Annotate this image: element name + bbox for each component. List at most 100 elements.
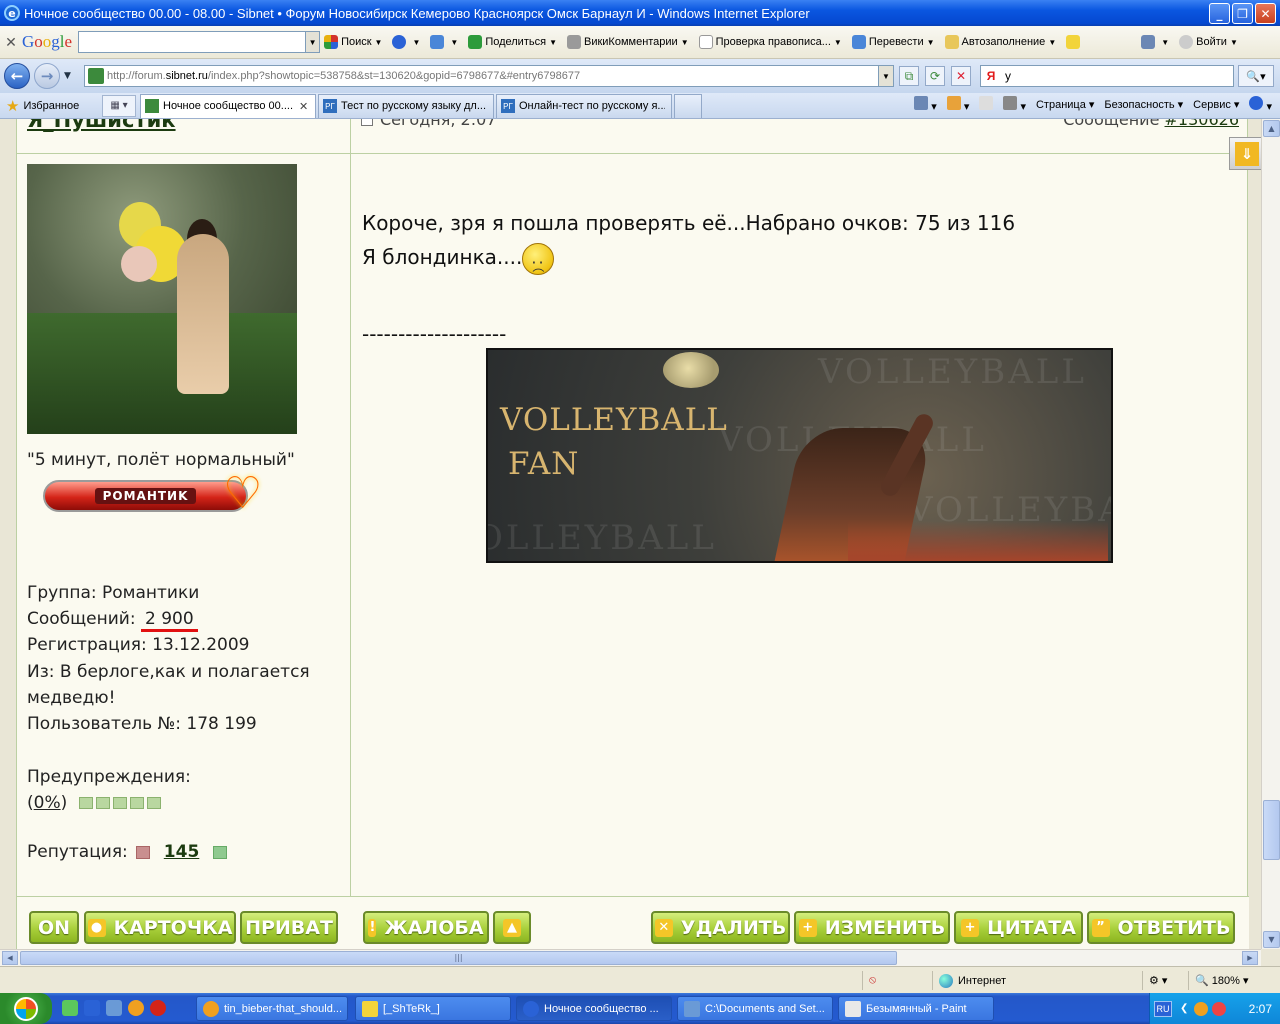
site-favicon-icon (88, 68, 104, 84)
wrench-icon (1141, 35, 1156, 49)
stop-button[interactable]: ✕ (951, 66, 971, 86)
launcher-icon[interactable] (62, 1000, 78, 1016)
rg-favicon-icon: PГ (501, 99, 515, 113)
taskbar-app-browser[interactable]: tin_bieber-that_should... (196, 996, 348, 1021)
tray-app-icon[interactable] (1194, 1001, 1209, 1016)
mail-button[interactable] (979, 96, 994, 113)
close-tab-icon[interactable]: ✕ (299, 100, 308, 113)
print-button[interactable]: ▾ (1003, 96, 1026, 113)
minimize-button[interactable]: _ (1209, 3, 1230, 24)
refresh-button[interactable]: ⟳ (925, 66, 945, 86)
google-logo: Google (22, 32, 73, 51)
favorites-button[interactable]: ★ Избранное (6, 97, 102, 115)
desktop-icon[interactable] (106, 1000, 122, 1016)
clock[interactable]: 2:07 (1249, 1002, 1272, 1016)
tab-online-test[interactable]: PГ Онлайн-тест по русскому я... (496, 93, 672, 118)
address-input[interactable]: http://forum. sibnet.ru/index.php?showtop… (84, 65, 894, 87)
spellcheck-button[interactable]: Проверка правописа... ▼ (698, 35, 842, 49)
history-dropdown-icon[interactable]: ▼ (64, 71, 71, 81)
reply-button[interactable]: ” ОТВЕТИТЬ (1087, 911, 1235, 944)
new-tab-button[interactable] (674, 93, 702, 118)
forward-button[interactable]: → (34, 63, 60, 89)
sign-in-button[interactable]: Войти ▼ (1179, 35, 1238, 49)
horizontal-scroll-thumb[interactable]: ||| (20, 951, 897, 965)
window-title-bar: e Ночное сообщество 00.00 - 08.00 - Sibn… (0, 0, 1280, 26)
google-search-button[interactable]: Поиск ▼ (324, 35, 382, 49)
tab-test[interactable]: PГ Тест по русскому языку дл... (318, 93, 494, 118)
vertical-scrollbar[interactable]: ▲ ▼ (1261, 119, 1280, 949)
horizontal-scrollbar[interactable]: ◀ ||| ▶ (0, 949, 1261, 966)
back-button[interactable]: ← (4, 63, 30, 89)
report-button[interactable]: ! ЖАЛОБА (363, 911, 489, 944)
reputation-value[interactable]: 145 (164, 842, 200, 862)
online-status-button[interactable]: ON (29, 911, 79, 944)
arrow-up-icon: ▲ (503, 918, 521, 937)
highlight-button[interactable] (1066, 35, 1083, 49)
reputation-plus-button[interactable] (213, 845, 228, 859)
scroll-top-button[interactable]: ▲ (493, 911, 531, 944)
scroll-up-arrow[interactable]: ▲ (1263, 120, 1280, 137)
start-button[interactable] (0, 993, 52, 1024)
tray-app-icon[interactable] (1212, 1001, 1227, 1016)
settings-button[interactable]: ▼ (1141, 35, 1169, 49)
quote-button[interactable]: + ЦИТАТА (954, 911, 1083, 944)
private-message-button[interactable]: ПРИВАТ (240, 911, 338, 944)
security-menu[interactable]: Безопасность ▾ (1104, 98, 1183, 111)
feeds-button[interactable]: ▾ (946, 96, 969, 113)
tray-expand-icon[interactable]: ❮ (1180, 1003, 1188, 1014)
maximize-button[interactable]: ❐ (1232, 3, 1253, 24)
aim-icon[interactable] (128, 1000, 144, 1016)
post-permalink[interactable]: #130626 (1165, 119, 1239, 129)
vertical-scroll-thumb[interactable] (1263, 800, 1280, 860)
user-location: Из: В берлоге,как и полагается медведю! (27, 661, 310, 708)
quick-launch (62, 1000, 166, 1016)
chevron-down-icon[interactable]: ▼ (305, 32, 320, 52)
close-window-button[interactable]: ✕ (1255, 3, 1276, 24)
yandex-search-input[interactable]: Я у (980, 65, 1234, 87)
translate-button[interactable]: Перевести ▼ (851, 35, 935, 49)
globe-icon (939, 973, 953, 988)
taskbar-app-paint[interactable]: Безымянный - Paint (838, 996, 994, 1021)
tab-bar: ★ Избранное ▦ ▾ Ночное сообщество 00.... … (0, 93, 1280, 119)
window-icon (684, 1000, 700, 1017)
app-icon (203, 1000, 219, 1017)
search-button[interactable]: 🔍 ▾ (1238, 65, 1274, 87)
language-indicator[interactable]: RU (1154, 1000, 1172, 1017)
address-dropdown-icon[interactable]: ▼ (878, 66, 893, 86)
google-toolbar: ✕ Google ▼ Поиск ▼ ▼ ▼ Поделиться ▼ ВикиКо… (0, 26, 1280, 59)
printer-icon (1003, 96, 1018, 110)
close-toolbar-icon[interactable]: ✕ (0, 34, 22, 51)
add-button[interactable]: ▼ (430, 35, 458, 49)
scroll-down-arrow[interactable]: ▼ (1263, 931, 1280, 948)
wiki-comments-button[interactable]: ВикиКомментарии ▼ (566, 35, 689, 49)
taskbar-app-ie[interactable]: Ночное сообщество ... (516, 996, 672, 1021)
ie-icon[interactable] (84, 1000, 100, 1016)
compatibility-icon[interactable]: ⧉ (899, 66, 919, 86)
share-button[interactable]: Поделиться ▼ (468, 35, 557, 49)
address-toolbar: ← → ▼ http://forum. sibnet.ru/index.php?s… (0, 59, 1280, 93)
taskbar-app-folder[interactable]: [_ShTeRk_] (355, 996, 511, 1021)
taskbar-app-explorer[interactable]: C:\Documents and Set... (677, 996, 833, 1021)
opera-icon[interactable] (150, 1000, 166, 1016)
delete-button[interactable]: ✕ УДАЛИТЬ (651, 911, 790, 944)
tab-forum[interactable]: Ночное сообщество 00.... ✕ (140, 93, 316, 118)
close-icon: ✕ (654, 918, 673, 937)
page-menu[interactable]: Страница ▾ (1036, 98, 1094, 111)
scroll-right-arrow[interactable]: ▶ (1242, 951, 1258, 965)
service-menu[interactable]: Сервис ▾ (1193, 98, 1239, 111)
globe-button[interactable]: ▼ (392, 35, 420, 49)
scroll-left-arrow[interactable]: ◀ (2, 951, 18, 965)
signature-separator: -------------------- (362, 322, 507, 346)
popup-blocker-icon[interactable]: ⦸ (862, 971, 932, 990)
google-search-input[interactable]: ▼ (78, 31, 321, 53)
edit-button[interactable]: + ИЗМЕНИТЬ (794, 911, 950, 944)
home-button[interactable]: ▾ (914, 96, 937, 113)
help-button[interactable]: ▾ (1249, 96, 1272, 113)
reputation-minus-button[interactable] (135, 845, 150, 859)
warnings-link[interactable]: 0% (34, 793, 61, 813)
protected-mode-button[interactable]: ⚙ ▾ (1142, 971, 1188, 990)
quick-tabs-button[interactable]: ▦ ▾ (102, 94, 136, 117)
zoom-button[interactable]: 🔍 180% ▾ (1188, 971, 1264, 990)
autofill-button[interactable]: Автозаполнение ▼ (944, 35, 1056, 49)
profile-card-button[interactable]: ● КАРТОЧКА (84, 911, 236, 944)
